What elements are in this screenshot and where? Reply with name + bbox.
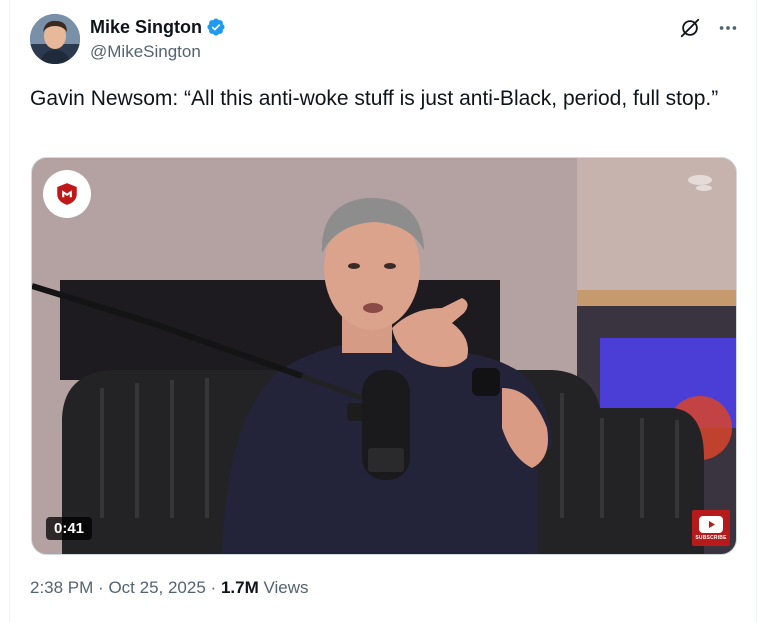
subscribe-badge: SUBSCRIBE: [692, 510, 730, 546]
verified-badge-icon[interactable]: [206, 17, 226, 37]
grok-icon[interactable]: [678, 16, 702, 40]
tweet-actions-top: [678, 16, 740, 40]
youtube-play-icon: [699, 515, 723, 533]
meta-separator: ·: [210, 578, 217, 597]
tweet-time[interactable]: 2:38 PM: [30, 578, 93, 597]
subscribe-label: SUBSCRIBE: [695, 534, 727, 541]
tweet-date[interactable]: Oct 25, 2025: [108, 578, 205, 597]
tweet-text: Gavin Newsom: “All this anti-woke stuff …: [30, 87, 719, 110]
more-icon[interactable]: [716, 16, 740, 40]
video-duration: 0:41: [46, 517, 93, 540]
views-label: Views: [263, 578, 309, 597]
author-name-row: Mike Sington: [90, 16, 226, 38]
author-display-name[interactable]: Mike Sington: [90, 16, 202, 38]
meta-separator: ·: [98, 578, 104, 597]
tweet-meta: 2:38 PM · Oct 25, 2025 · 1.7M Views: [30, 577, 309, 599]
video-frame: [32, 158, 736, 554]
tweet-video[interactable]: SUBSCRIBE 0:41: [31, 157, 737, 555]
mcafee-logo: [43, 170, 91, 218]
views-count: 1.7M: [220, 578, 259, 597]
author-avatar[interactable]: [30, 14, 80, 64]
author-handle[interactable]: @MikeSington: [90, 41, 201, 63]
